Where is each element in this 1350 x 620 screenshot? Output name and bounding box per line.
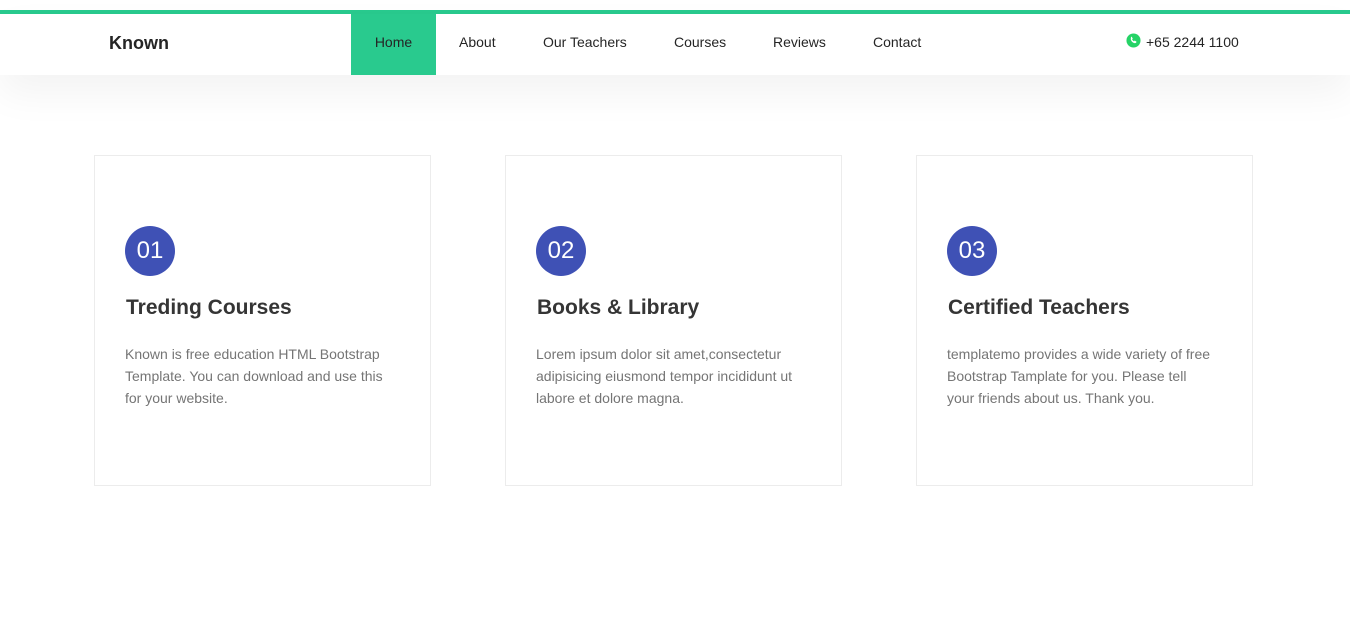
feature-card: 02 Books & Library Lorem ipsum dolor sit… [505, 155, 842, 486]
feature-title: Treding Courses [126, 296, 292, 319]
feature-description: Lorem ipsum dolor sit amet,consectetur a… [536, 346, 793, 406]
feature-card: 03 Certified Teachers templatemo provide… [916, 155, 1253, 486]
feature-number-badge: 02 [536, 226, 586, 276]
nav-item-our-teachers[interactable]: Our Teachers [543, 14, 627, 75]
nav-item-courses[interactable]: Courses [674, 14, 726, 75]
feature-description: templatemo provides a wide variety of fr… [947, 346, 1211, 406]
brand-logo[interactable]: Known [109, 33, 169, 54]
whatsapp-phone-icon [1126, 32, 1141, 48]
feature-title: Certified Teachers [948, 296, 1130, 319]
feature-number-badge: 03 [947, 226, 997, 276]
feature-card: 01 Treding Courses Known is free educati… [94, 155, 431, 486]
nav-item-reviews[interactable]: Reviews [773, 14, 826, 75]
nav-item-home[interactable]: Home [351, 14, 436, 75]
navbar: Known Home About Our Teachers Courses Re… [0, 14, 1350, 75]
phone-contact[interactable]: +65 2244 1100 [1126, 32, 1239, 50]
nav-item-about[interactable]: About [459, 14, 496, 75]
feature-description: Known is free education HTML Bootstrap T… [125, 346, 383, 406]
feature-title: Books & Library [537, 296, 700, 319]
phone-number: +65 2244 1100 [1146, 34, 1239, 50]
feature-number-badge: 01 [125, 226, 175, 276]
nav-item-contact[interactable]: Contact [873, 14, 921, 75]
